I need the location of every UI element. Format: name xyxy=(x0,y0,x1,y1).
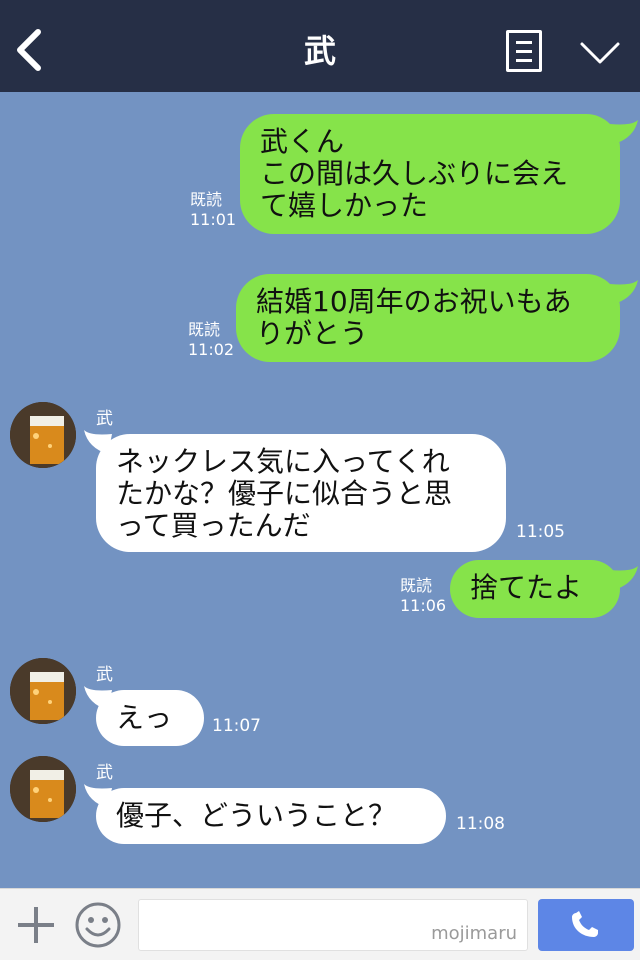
phone-icon xyxy=(572,911,598,937)
read-label: 既読 xyxy=(188,320,221,339)
chat-header: 武 xyxy=(0,0,640,92)
sender-name: 武 xyxy=(96,409,113,429)
read-label: 既読 xyxy=(190,190,223,209)
bubble-tail xyxy=(610,566,638,590)
message-time: 11:05 xyxy=(516,522,565,542)
bubble-tail xyxy=(610,280,638,304)
bubble-tail xyxy=(610,120,638,144)
message-bubble[interactable]: 優子、どういうこと？ xyxy=(96,788,446,844)
message-bubble[interactable]: 結婚10周年のお祝いもあ りがとう xyxy=(236,274,620,362)
watermark: mojimaru xyxy=(431,923,517,944)
message-bubble[interactable]: えっ xyxy=(96,690,204,746)
message-time: 11:02 xyxy=(188,340,235,359)
avatar[interactable] xyxy=(10,402,76,468)
plus-icon[interactable] xyxy=(14,903,58,947)
read-receipt: 既読 11:02 xyxy=(188,320,234,360)
chevron-down-icon[interactable] xyxy=(578,36,622,68)
message-time: 11:06 xyxy=(400,596,447,615)
read-receipt: 既読 11:01 xyxy=(190,190,236,230)
message-input[interactable]: mojimaru xyxy=(138,899,528,951)
sender-name: 武 xyxy=(96,763,113,783)
message-bubble[interactable]: 捨てたよ xyxy=(450,560,620,618)
sender-name: 武 xyxy=(96,665,113,685)
message-time: 11:01 xyxy=(190,210,237,229)
message-time: 11:08 xyxy=(456,814,505,834)
avatar[interactable] xyxy=(10,756,76,822)
read-label: 既読 xyxy=(400,576,433,595)
message-bubble[interactable]: ネックレス気に入ってくれ たかな？優子に似合うと思 って買ったんだ xyxy=(96,434,506,552)
chat-input-bar: mojimaru xyxy=(0,888,640,960)
chat-title: 武 xyxy=(303,32,336,70)
smiley-icon[interactable] xyxy=(74,901,122,949)
read-receipt: 既読 11:06 xyxy=(400,576,446,616)
note-list-icon[interactable] xyxy=(506,30,542,72)
message-time: 11:07 xyxy=(212,716,261,736)
call-button[interactable] xyxy=(538,899,634,951)
avatar[interactable] xyxy=(10,658,76,724)
message-bubble[interactable]: 武くん この間は久しぶりに会え て嬉しかった xyxy=(240,114,620,234)
message-list[interactable]: 既読 11:01 武くん この間は久しぶりに会え て嬉しかった 既読 11:02 結… xyxy=(0,92,640,888)
